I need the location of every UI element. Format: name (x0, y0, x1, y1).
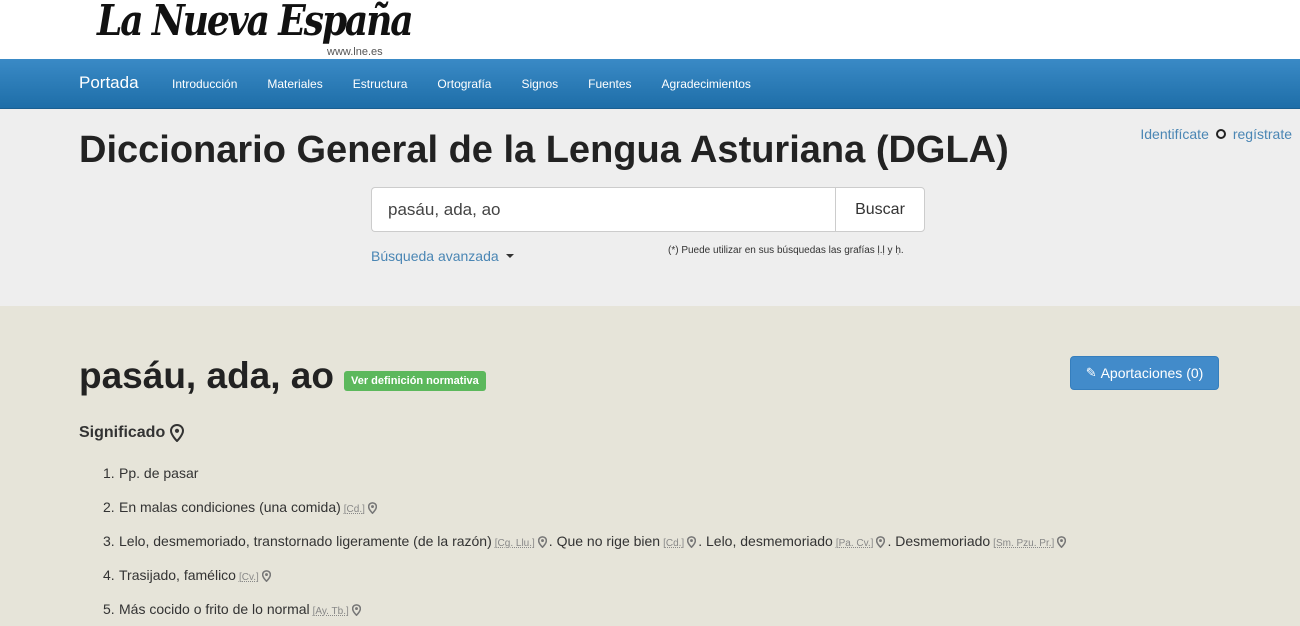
nav-link-introduccion[interactable]: Introducción (157, 59, 252, 109)
definition-item: 4. Trasijado, famélico [Cv.] (79, 558, 1279, 592)
search-button[interactable]: Buscar (835, 187, 925, 232)
map-marker-icon[interactable] (1057, 536, 1067, 549)
source-abbreviation[interactable]: [Pa. Cv.] (836, 538, 874, 549)
headword: pasáu, ada, ao (79, 355, 334, 396)
definition-text: . Que no rige bien (548, 533, 661, 549)
definition-item: 2. En malas condiciones (una comida) [Cd.… (79, 490, 1279, 524)
definition-text: . Desmemoriado (887, 533, 991, 549)
map-marker-icon[interactable] (351, 604, 361, 617)
definition-number: 1. (103, 465, 115, 481)
source-abbreviation[interactable]: [Cv.] (239, 572, 259, 583)
definition-text: . Lelo, desmemoriado (698, 533, 833, 549)
register-link[interactable]: regístrate (1233, 126, 1292, 142)
definition-number: 3. (103, 533, 115, 549)
search-hint: (*) Puede utilizar en sus búsquedas las … (668, 245, 904, 256)
definition-number: 5. (103, 601, 115, 617)
nav-brand-portada[interactable]: Portada (79, 73, 139, 93)
definition-text: Lelo, desmemoriado, transtornado ligeram… (119, 533, 492, 549)
nav-link-agradecimientos[interactable]: Agradecimientos (647, 59, 766, 109)
nav-link-fuentes[interactable]: Fuentes (573, 59, 646, 109)
source-abbreviation[interactable]: [Cd.] (344, 504, 365, 515)
definition-item: 5. Más cocido o frito de lo normal [Ay. T… (79, 592, 1279, 626)
definition-number: 2. (103, 499, 115, 515)
map-marker-icon[interactable] (367, 502, 377, 515)
circle-icon (1215, 129, 1226, 139)
definition-item: 1. Pp. de pasar (79, 456, 1279, 490)
definition-text: Más cocido o frito de lo normal (119, 601, 310, 617)
brand-bar: La Nueva España www.lne.es (0, 0, 1300, 59)
login-links: Identifícate regístrate (1140, 126, 1292, 142)
nav-link-ortografia[interactable]: Ortografía (422, 59, 506, 109)
source-abbreviation[interactable]: [Sm. Pzu. Pr.] (993, 538, 1054, 549)
search-hero: Identifícate regístrate Diccionario Gene… (0, 109, 1300, 306)
search-input[interactable] (371, 187, 835, 232)
definition-number: 4. (103, 567, 115, 583)
nav-links: Introducción Materiales Estructura Ortog… (157, 59, 766, 109)
entry-header: pasáu, ada, ao Ver definición normativa (79, 355, 486, 397)
search-group: Buscar (371, 187, 925, 232)
map-marker-icon[interactable] (687, 536, 697, 549)
contributions-button[interactable]: ✎ Aportaciones (0) (1070, 356, 1219, 390)
source-abbreviation[interactable]: [Cd.] (663, 538, 684, 549)
meaning-title-text: Significado (79, 424, 166, 441)
pencil-icon: ✎ (1085, 365, 1097, 380)
nav-link-materiales[interactable]: Materiales (252, 59, 337, 109)
map-marker-icon[interactable] (876, 536, 886, 549)
source-abbreviation[interactable]: [Ay. Tb.] (313, 606, 349, 617)
map-marker-icon[interactable] (537, 536, 547, 549)
nav-link-signos[interactable]: Signos (506, 59, 573, 109)
logo-url: www.lne.es (327, 46, 383, 58)
page-title: Diccionario General de la Lengua Asturia… (79, 129, 1009, 171)
definition-text: Trasijado, famélico (119, 567, 236, 583)
meaning-section-title: Significado (79, 424, 185, 442)
definitions-list: 1. Pp. de pasar 2. En malas condiciones (… (79, 456, 1279, 626)
source-abbreviation[interactable]: [Cg. Llu.] (495, 538, 535, 549)
contributions-label: Aportaciones (0) (1100, 365, 1204, 381)
caret-down-icon (505, 254, 514, 258)
advanced-search-toggle[interactable]: Búsqueda avanzada (371, 248, 514, 264)
definition-item: 3. Lelo, desmemoriado, transtornado lige… (79, 524, 1279, 558)
definition-text: En malas condiciones (una comida) (119, 499, 341, 515)
logo-title: La Nueva España (97, 0, 414, 45)
definition-text: Pp. de pasar (119, 465, 199, 481)
site-logo[interactable]: La Nueva España www.lne.es (97, 0, 414, 59)
map-marker-icon[interactable] (170, 424, 185, 442)
advanced-search-label: Búsqueda avanzada (371, 248, 499, 264)
nav-link-estructura[interactable]: Estructura (338, 59, 423, 109)
normative-definition-label[interactable]: Ver definición normativa (344, 371, 486, 391)
identify-link[interactable]: Identifícate (1140, 126, 1209, 142)
navbar: Portada Introducción Materiales Estructu… (0, 59, 1300, 109)
map-marker-icon[interactable] (261, 570, 271, 583)
